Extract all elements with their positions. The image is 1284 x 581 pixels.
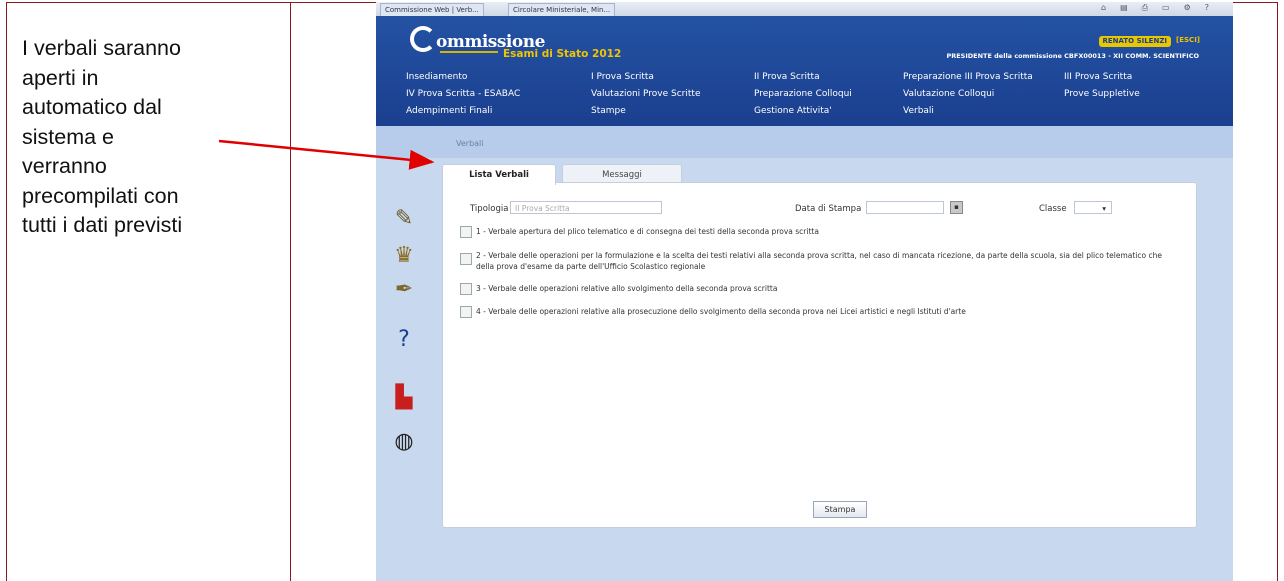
verbale-item: 3 - Verbale delle operazioni relative al… [476, 284, 778, 293]
column-divider [290, 2, 291, 581]
menu-stampe[interactable]: Stampe [591, 106, 626, 116]
menu-prep-prova-3[interactable]: Preparazione III Prova Scritta [903, 72, 1033, 82]
verbale-checkbox[interactable] [460, 283, 472, 295]
browser-toolbar-icons[interactable]: ⌂▤⎙▭⚙? [1101, 3, 1223, 13]
breadcrumb[interactable]: Verbali [456, 139, 484, 148]
pen-icon[interactable]: ✒ [391, 277, 417, 303]
pdf-icon[interactable]: ▙ [391, 385, 417, 411]
annotation-line: sistema e [22, 124, 115, 149]
tipologia-label: Tipologia [470, 204, 509, 214]
classe-select[interactable]: ▾ [1074, 201, 1112, 214]
menu-gestione[interactable]: Gestione Attivita' [754, 106, 832, 116]
annotation-line: aperti in [22, 65, 99, 90]
user-badge: RENATO SILENZI [1098, 36, 1171, 47]
help-icon[interactable]: ? [391, 327, 417, 353]
documents-icon[interactable]: ✎ [391, 206, 417, 232]
president-label: PRESIDENTE della commissione CBFX00013 -… [946, 52, 1199, 60]
annotation-line: precompilati con [22, 183, 179, 208]
menu-adempimenti[interactable]: Adempimenti Finali [406, 106, 492, 116]
brand-underline [440, 51, 498, 53]
classe-label: Classe [1039, 204, 1067, 214]
stampa-button[interactable]: Stampa [813, 501, 867, 518]
annotation-line: I verbali saranno [22, 36, 181, 60]
verbale-checkbox[interactable] [460, 306, 472, 318]
verbale-item: 1 - Verbale apertura del plico telematic… [476, 227, 819, 236]
menu-verbali[interactable]: Verbali [903, 106, 934, 116]
menu-valutazioni-scritte[interactable]: Valutazioni Prove Scritte [591, 89, 700, 99]
verbale-item: 2 - Verbale delle operazioni per la form… [476, 251, 1162, 271]
annotation-line: verranno [22, 154, 107, 178]
data-stampa-input[interactable] [866, 201, 944, 214]
menu-prova-1[interactable]: I Prova Scritta [591, 72, 654, 82]
annotation-line: automatico dal [22, 95, 162, 119]
menu-prova-3[interactable]: III Prova Scritta [1064, 72, 1132, 82]
calendar-icon[interactable]: ▪ [950, 201, 963, 214]
annotation-text: I verbali saranno aperti in automatico d… [22, 34, 282, 241]
menu-valutazione-colloqui[interactable]: Valutazione Colloqui [903, 89, 994, 99]
menu-insediamento[interactable]: Insediamento [406, 72, 467, 82]
exam-title: Esami di Stato 2012 [503, 48, 622, 60]
menu-prova-2[interactable]: II Prova Scritta [754, 72, 820, 82]
browser-tab[interactable]: Commissione Web | Verb... [380, 3, 484, 16]
browser-tab[interactable]: Circolare Ministeriale, Min... [508, 3, 616, 16]
logo-icon [410, 26, 436, 52]
verbale-item: 4 - Verbale delle operazioni relative al… [476, 307, 966, 316]
crown-icon[interactable]: ♛ [391, 243, 417, 269]
app-header: ommissione Esami di Stato 2012 RENATO SI… [376, 16, 1233, 126]
menu-prova-4[interactable]: IV Prova Scritta - ESABAC [406, 89, 520, 99]
menu-prep-colloqui[interactable]: Preparazione Colloqui [754, 89, 852, 99]
annotation-line: tutti i dati previsti [22, 213, 183, 237]
browser-tab-bar: Commissione Web | Verb... Circolare Mini… [376, 2, 1233, 17]
globe-icon[interactable]: ◍ [391, 429, 417, 455]
tab-lista-verbali[interactable]: Lista Verbali [442, 164, 556, 185]
logout-link[interactable]: [ESCI] [1176, 36, 1200, 44]
verbale-checkbox[interactable] [460, 253, 472, 265]
verbale-checkbox[interactable] [460, 226, 472, 238]
tipologia-select[interactable]: II Prova Scritta [510, 201, 662, 214]
data-stampa-label: Data di Stampa [795, 204, 862, 214]
breadcrumb-bar: Verbali [376, 126, 1233, 158]
screenshot: Commissione Web | Verb... Circolare Mini… [376, 2, 1233, 581]
menu-prove-suppletive[interactable]: Prove Suppletive [1064, 89, 1140, 99]
